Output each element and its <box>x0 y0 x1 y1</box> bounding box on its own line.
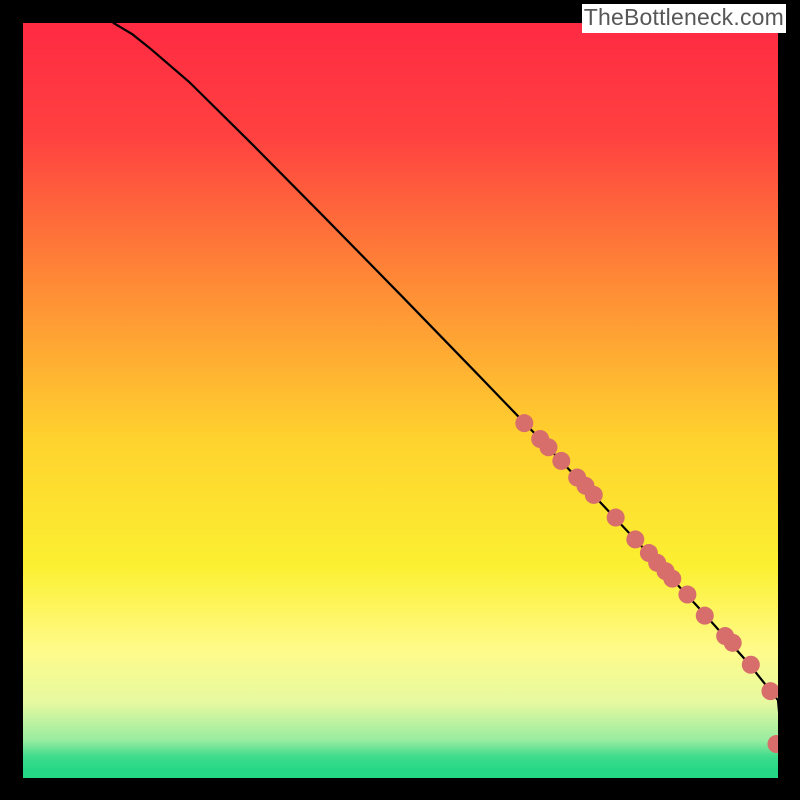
data-point <box>678 586 696 604</box>
chart-background <box>23 23 778 778</box>
data-point <box>724 634 742 652</box>
watermark-text: TheBottleneck.com <box>582 4 786 33</box>
chart-svg <box>23 23 778 778</box>
data-point <box>585 486 603 504</box>
data-point <box>552 452 570 470</box>
data-point <box>626 530 644 548</box>
data-point <box>607 509 625 527</box>
chart-plot-area <box>23 23 778 778</box>
data-point <box>663 570 681 588</box>
data-point <box>742 656 760 674</box>
data-point <box>696 607 714 625</box>
data-point <box>539 438 557 456</box>
data-point <box>515 414 533 432</box>
chart-frame: TheBottleneck.com <box>0 0 800 800</box>
